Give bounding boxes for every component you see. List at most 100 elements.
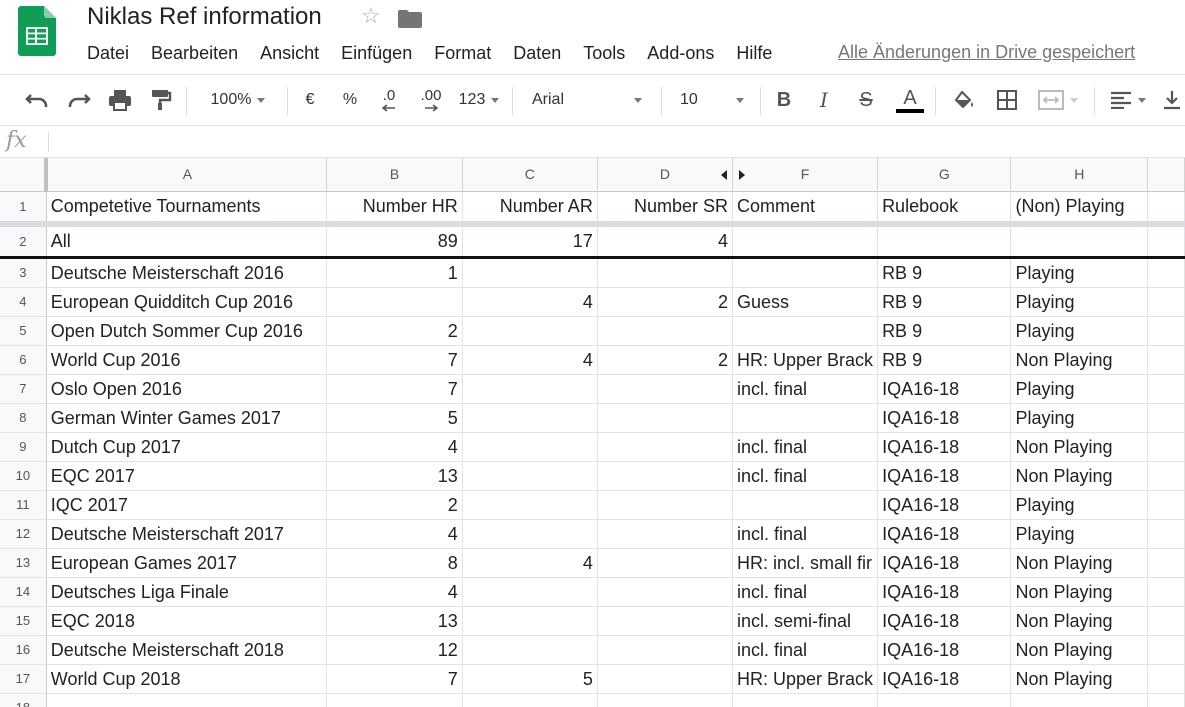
- cell-d[interactable]: [597, 635, 734, 665]
- cell-c[interactable]: [462, 606, 598, 636]
- cell-a[interactable]: World Cup 2016: [46, 345, 328, 375]
- cell-c[interactable]: [462, 316, 598, 346]
- cell-h[interactable]: Non Playing: [1010, 345, 1149, 375]
- cell-c[interactable]: 4: [462, 287, 598, 317]
- cell-a[interactable]: World Cup 2018: [46, 664, 328, 694]
- column-header-d[interactable]: D: [597, 158, 734, 192]
- cell-d[interactable]: [597, 316, 734, 346]
- row-header[interactable]: 1: [0, 191, 47, 227]
- cell-overflow[interactable]: [1147, 257, 1185, 288]
- cell-overflow[interactable]: [1147, 224, 1185, 259]
- paint-format-button[interactable]: [146, 75, 176, 125]
- fill-color-button[interactable]: [948, 75, 980, 125]
- cell-c[interactable]: [462, 403, 598, 433]
- cell-c[interactable]: 17: [462, 224, 598, 259]
- cell-b[interactable]: 13: [326, 461, 463, 491]
- cell-g[interactable]: IQA16-18: [877, 519, 1012, 549]
- cell-b[interactable]: [326, 287, 463, 317]
- cell-f[interactable]: incl. final: [732, 635, 879, 665]
- cell-d[interactable]: Number SR: [597, 191, 734, 227]
- cell-a[interactable]: European Games 2017: [46, 548, 328, 578]
- cell-c[interactable]: [462, 519, 598, 549]
- font-size-select[interactable]: 10: [672, 75, 752, 125]
- cell-b[interactable]: 89: [326, 224, 463, 259]
- cell-b[interactable]: 2: [326, 490, 463, 520]
- cell-b[interactable]: 4: [326, 432, 463, 462]
- cell-b[interactable]: 13: [326, 606, 463, 636]
- cell-c[interactable]: [462, 461, 598, 491]
- cell-g[interactable]: [877, 224, 1012, 259]
- cell-b[interactable]: 12: [326, 635, 463, 665]
- menu-einfuegen[interactable]: Einfügen: [341, 43, 412, 63]
- cell-overflow[interactable]: [1147, 461, 1185, 491]
- cell-overflow[interactable]: [1147, 316, 1185, 346]
- menu-hilfe[interactable]: Hilfe: [736, 43, 772, 63]
- cell-h[interactable]: Non Playing: [1010, 432, 1149, 462]
- cell-b[interactable]: 7: [326, 345, 463, 375]
- menu-bearbeiten[interactable]: Bearbeiten: [151, 43, 238, 63]
- cell-overflow[interactable]: [1147, 693, 1185, 707]
- cell-g[interactable]: IQA16-18: [877, 606, 1012, 636]
- cell-overflow[interactable]: [1147, 519, 1185, 549]
- cell-a[interactable]: Deutsche Meisterschaft 2018: [46, 635, 328, 665]
- cell-f[interactable]: incl. final: [732, 432, 879, 462]
- cell-overflow[interactable]: [1147, 490, 1185, 520]
- cell-f[interactable]: incl. final: [732, 519, 879, 549]
- row-header[interactable]: 10: [0, 461, 47, 491]
- cell-a[interactable]: Dutch Cup 2017: [46, 432, 328, 462]
- redo-button[interactable]: [62, 75, 96, 125]
- cell-h[interactable]: (Non) Playing: [1010, 191, 1149, 227]
- merge-cells-button[interactable]: [1032, 75, 1084, 125]
- cell-overflow[interactable]: [1147, 374, 1185, 404]
- cell-a[interactable]: [46, 693, 328, 707]
- cell-d[interactable]: [597, 606, 734, 636]
- row-header[interactable]: 17: [0, 664, 47, 694]
- cell-d[interactable]: [597, 490, 734, 520]
- cell-d[interactable]: [597, 374, 734, 404]
- sheets-logo-icon[interactable]: [18, 6, 56, 56]
- row-header[interactable]: 6: [0, 345, 47, 375]
- cell-c[interactable]: 4: [462, 345, 598, 375]
- cell-d[interactable]: [597, 664, 734, 694]
- increase-decimals-button[interactable]: .00: [414, 75, 448, 125]
- row-header[interactable]: 14: [0, 577, 47, 607]
- cell-h[interactable]: Non Playing: [1010, 577, 1149, 607]
- cell-b[interactable]: 4: [326, 577, 463, 607]
- cell-c[interactable]: 4: [462, 548, 598, 578]
- cell-g[interactable]: IQA16-18: [877, 635, 1012, 665]
- folder-icon[interactable]: [398, 8, 422, 28]
- cell-f[interactable]: [732, 316, 879, 346]
- cell-overflow[interactable]: [1147, 548, 1185, 578]
- cell-c[interactable]: [462, 432, 598, 462]
- cell-c[interactable]: [462, 693, 598, 707]
- document-title[interactable]: Niklas Ref information: [87, 3, 322, 31]
- menu-datei[interactable]: Datei: [87, 43, 129, 63]
- cell-g[interactable]: RB 9: [877, 257, 1012, 288]
- italic-button[interactable]: I: [810, 75, 838, 125]
- cell-h[interactable]: Playing: [1010, 374, 1149, 404]
- menu-daten[interactable]: Daten: [513, 43, 561, 63]
- cell-f[interactable]: Guess: [732, 287, 879, 317]
- more-formats-button[interactable]: 123: [454, 75, 504, 125]
- cell-h[interactable]: Non Playing: [1010, 461, 1149, 491]
- cell-c[interactable]: [462, 374, 598, 404]
- cell-g[interactable]: IQA16-18: [877, 577, 1012, 607]
- cell-g[interactable]: IQA16-18: [877, 403, 1012, 433]
- cell-a[interactable]: Oslo Open 2016: [46, 374, 328, 404]
- row-header[interactable]: 11: [0, 490, 47, 520]
- decrease-decimals-button[interactable]: .0: [374, 75, 404, 125]
- cell-f[interactable]: [732, 224, 879, 259]
- bold-button[interactable]: B: [770, 75, 798, 125]
- column-header-b[interactable]: B: [326, 158, 463, 192]
- column-header-g[interactable]: G: [877, 158, 1012, 192]
- cell-g[interactable]: IQA16-18: [877, 548, 1012, 578]
- print-button[interactable]: [104, 75, 136, 125]
- cell-overflow[interactable]: [1147, 345, 1185, 375]
- cell-f[interactable]: incl. final: [732, 461, 879, 491]
- row-header[interactable]: 12: [0, 519, 47, 549]
- cell-g[interactable]: RB 9: [877, 316, 1012, 346]
- cell-a[interactable]: Deutsche Meisterschaft 2016: [46, 257, 328, 288]
- cell-g[interactable]: IQA16-18: [877, 461, 1012, 491]
- cell-a[interactable]: Deutsche Meisterschaft 2017: [46, 519, 328, 549]
- show-hidden-column-right-icon[interactable]: [739, 170, 746, 180]
